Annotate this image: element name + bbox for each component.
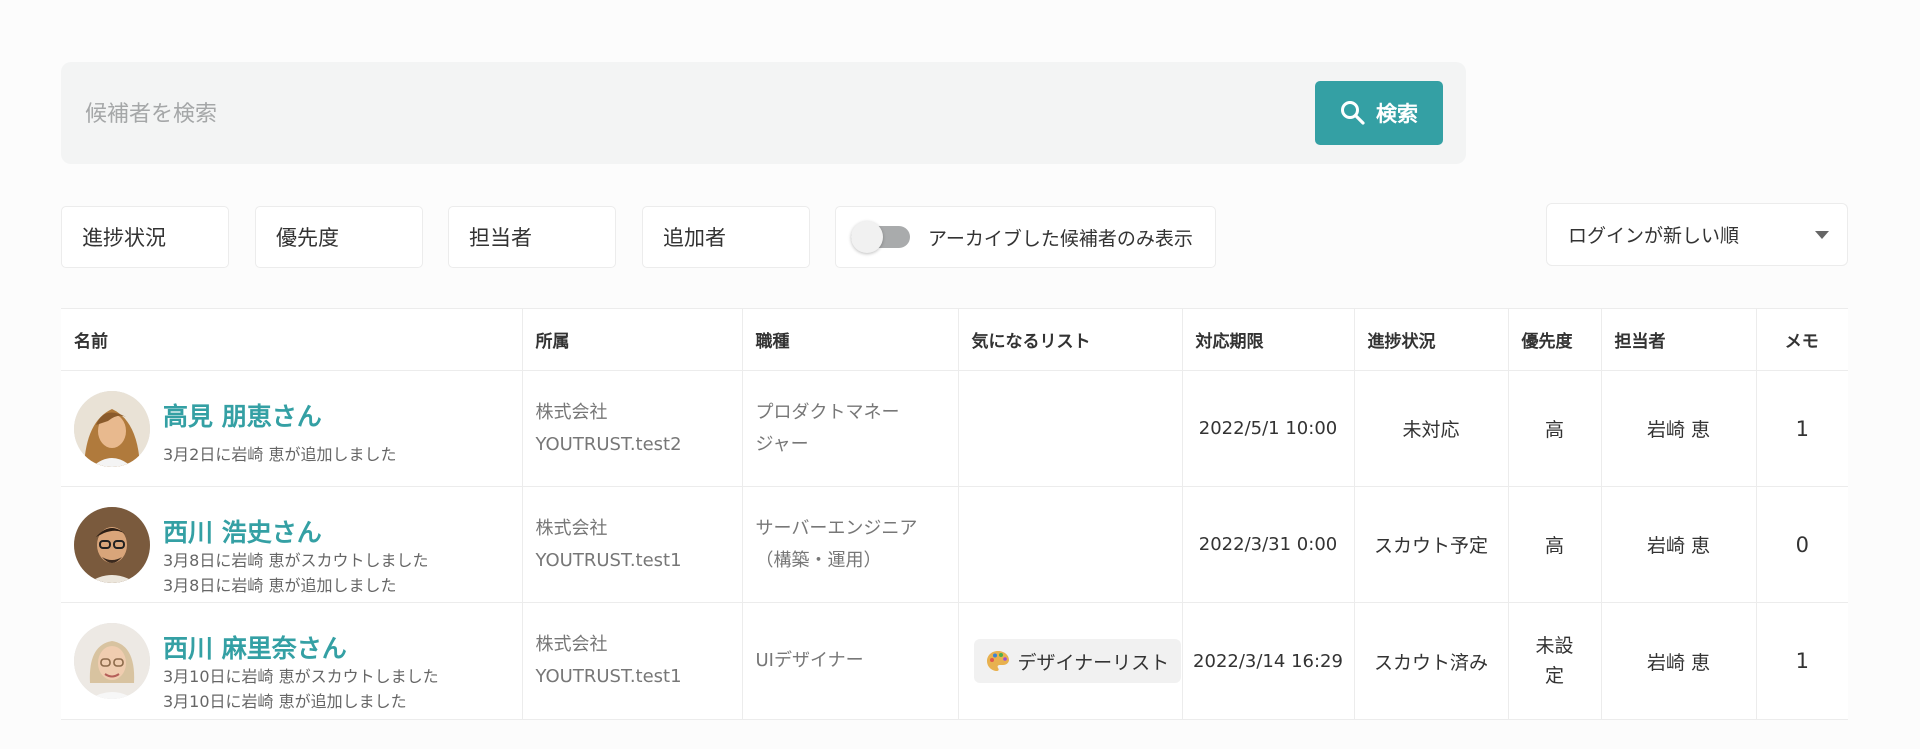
table-row[interactable]: 西川 麻里奈さん 3月10日に岩崎 恵がスカウトしました 3月10日に岩崎 恵が…: [61, 602, 1848, 720]
candidate-name[interactable]: 高見 朋恵さん: [163, 397, 322, 433]
job-cell: サーバーエンジニア （構築・運用）: [741, 486, 959, 603]
priority-text: 高: [1544, 535, 1564, 557]
status-cell: スカウト予定: [1353, 486, 1509, 603]
table-row[interactable]: 西川 浩史さん 3月8日に岩崎 恵がスカウトしました 3月8日に岩崎 恵が追加し…: [61, 486, 1848, 603]
job-line: サーバーエンジニア: [755, 517, 918, 539]
status-cell: スカウト済み: [1353, 602, 1509, 720]
job-cell: プロダクトマネー ジャー: [741, 370, 959, 487]
search-button[interactable]: 検索: [1315, 81, 1443, 145]
search-button-label: 検索: [1376, 102, 1418, 126]
priority-cell: 高: [1507, 486, 1602, 603]
company-line: 株式会社: [535, 517, 608, 539]
search-bar: 検索: [61, 62, 1466, 166]
activity-line: 3月10日に岩崎 恵が追加しました: [163, 692, 407, 711]
archive-toggle[interactable]: アーカイブした候補者のみ表示: [835, 206, 1216, 268]
archive-toggle-knob: [851, 221, 883, 253]
company-cell: 株式会社 YOUTRUST.test2: [521, 370, 743, 487]
job-cell: UIデザイナー: [741, 602, 959, 720]
list-chip-label: デザイナーリスト: [1017, 651, 1170, 674]
filter-assignee-label: 担当者: [469, 226, 532, 250]
filter-priority-label: 優先度: [276, 226, 339, 250]
activity-line: 3月8日に岩崎 恵が追加しました: [163, 576, 397, 595]
archive-toggle-switch[interactable]: [851, 221, 910, 253]
job-line: ジャー: [755, 433, 809, 455]
job-line: プロダクトマネー: [755, 401, 900, 423]
avatar[interactable]: [74, 623, 150, 699]
list-chip[interactable]: デザイナーリスト: [973, 639, 1182, 683]
search-icon: [1341, 101, 1365, 125]
table-row[interactable]: 高見 朋恵さん 3月2日に岩崎 恵が追加しました 株式会社 YOUTRUST.t…: [61, 370, 1848, 487]
memo-count[interactable]: 1: [1755, 370, 1848, 487]
priority-text: 定: [1544, 665, 1564, 687]
company-line: 株式会社: [535, 401, 608, 423]
memo-count[interactable]: 1: [1755, 602, 1848, 720]
sort-selected-label: ログインが新しい順: [1568, 225, 1740, 247]
header-memo[interactable]: メモ: [1755, 308, 1848, 371]
header-status[interactable]: 進捗状況: [1353, 308, 1509, 371]
list-cell: [957, 370, 1183, 487]
candidate-name[interactable]: 西川 麻里奈さん: [163, 629, 347, 665]
header-assignee[interactable]: 担当者: [1600, 308, 1757, 371]
candidate-name[interactable]: 西川 浩史さん: [163, 513, 322, 549]
assignee-cell: 岩崎 恵: [1600, 486, 1757, 603]
header-list[interactable]: 気になるリスト: [957, 308, 1183, 371]
filter-progress[interactable]: 進捗状況: [61, 206, 229, 268]
priority-text: 高: [1544, 419, 1564, 441]
sort-select[interactable]: ログインが新しい順: [1546, 203, 1848, 266]
list-cell: デザイナーリスト: [957, 602, 1183, 720]
priority-cell: 高: [1507, 370, 1602, 487]
palette-icon: [986, 651, 1009, 671]
assignee-cell: 岩崎 恵: [1600, 602, 1757, 720]
deadline-cell: 2022/3/14 16:29: [1181, 602, 1355, 720]
company-cell: 株式会社 YOUTRUST.test1: [521, 602, 743, 720]
filter-priority[interactable]: 優先度: [255, 206, 423, 268]
company-line: YOUTRUST.test1: [535, 666, 682, 687]
activity-line: 3月8日に岩崎 恵がスカウトしました: [163, 551, 429, 570]
job-line: UIデザイナー: [755, 650, 864, 671]
company-line: 株式会社: [535, 634, 608, 655]
filter-assignee[interactable]: 担当者: [448, 206, 616, 268]
assignee-cell: 岩崎 恵: [1600, 370, 1757, 487]
company-cell: 株式会社 YOUTRUST.test1: [521, 486, 743, 603]
filter-progress-label: 進捗状況: [82, 226, 166, 250]
filter-adder[interactable]: 追加者: [642, 206, 810, 268]
list-cell: [957, 486, 1183, 603]
priority-text: 未設: [1535, 635, 1574, 657]
name-cell: 西川 浩史さん 3月8日に岩崎 恵がスカウトしました 3月8日に岩崎 恵が追加し…: [61, 486, 523, 603]
chevron-down-icon: [1815, 231, 1829, 239]
table-header-row: 名前 所属 職種 気になるリスト 対応期限 進捗状況 優先度 担当者 メモ: [61, 308, 1848, 371]
header-deadline[interactable]: 対応期限: [1181, 308, 1355, 371]
candidate-table: 名前 所属 職種 気になるリスト 対応期限 進捗状況 優先度 担当者 メモ 高見…: [61, 308, 1848, 720]
memo-count[interactable]: 0: [1755, 486, 1848, 603]
search-input[interactable]: [83, 62, 1287, 166]
status-cell: 未対応: [1353, 370, 1509, 487]
avatar[interactable]: [74, 391, 150, 467]
name-cell: 高見 朋恵さん 3月2日に岩崎 恵が追加しました: [61, 370, 523, 487]
priority-cell: 未設 定: [1507, 602, 1602, 720]
deadline-cell: 2022/3/31 0:00: [1181, 486, 1355, 603]
avatar[interactable]: [74, 507, 150, 583]
name-cell: 西川 麻里奈さん 3月10日に岩崎 恵がスカウトしました 3月10日に岩崎 恵が…: [61, 602, 523, 720]
header-job[interactable]: 職種: [741, 308, 959, 371]
deadline-cell: 2022/5/1 10:00: [1181, 370, 1355, 487]
activity-line: 3月10日に岩崎 恵がスカウトしました: [163, 667, 439, 686]
filter-adder-label: 追加者: [663, 226, 726, 250]
header-name[interactable]: 名前: [61, 308, 523, 371]
header-company[interactable]: 所属: [521, 308, 743, 371]
archive-toggle-label: アーカイブした候補者のみ表示: [928, 227, 1193, 250]
job-line: （構築・運用）: [755, 549, 882, 571]
company-line: YOUTRUST.test1: [535, 549, 682, 571]
header-priority[interactable]: 優先度: [1507, 308, 1602, 371]
activity-line: 3月2日に岩崎 恵が追加しました: [163, 445, 397, 464]
company-line: YOUTRUST.test2: [535, 433, 682, 455]
